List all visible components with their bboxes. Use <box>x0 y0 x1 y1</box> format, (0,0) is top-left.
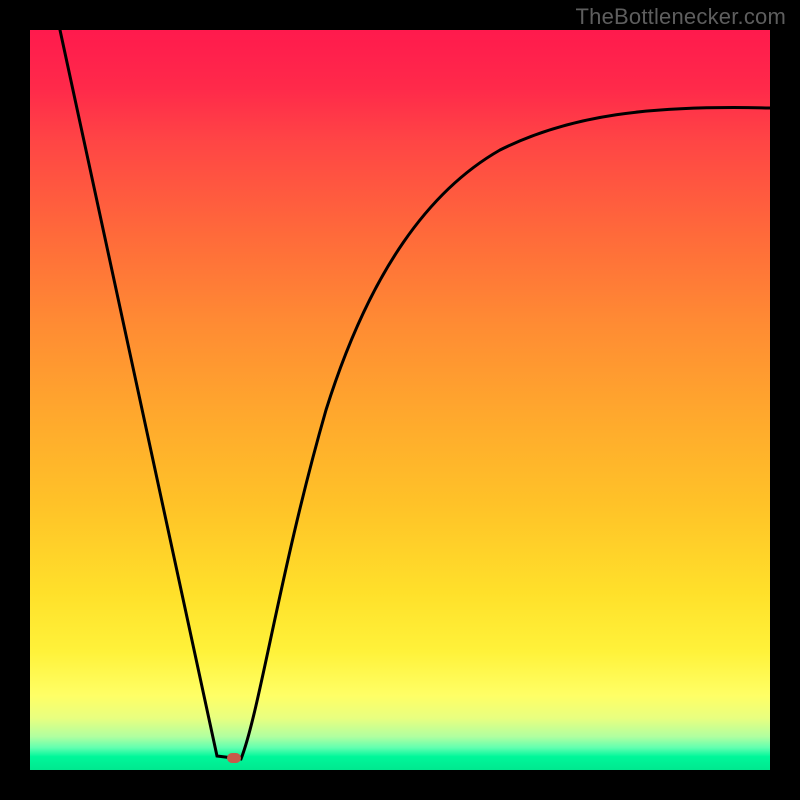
curve-path <box>60 30 770 759</box>
bottleneck-curve <box>30 30 770 770</box>
optimal-point-marker <box>227 753 241 763</box>
watermark-text: TheBottlenecker.com <box>576 4 786 30</box>
plot-area <box>30 30 770 770</box>
